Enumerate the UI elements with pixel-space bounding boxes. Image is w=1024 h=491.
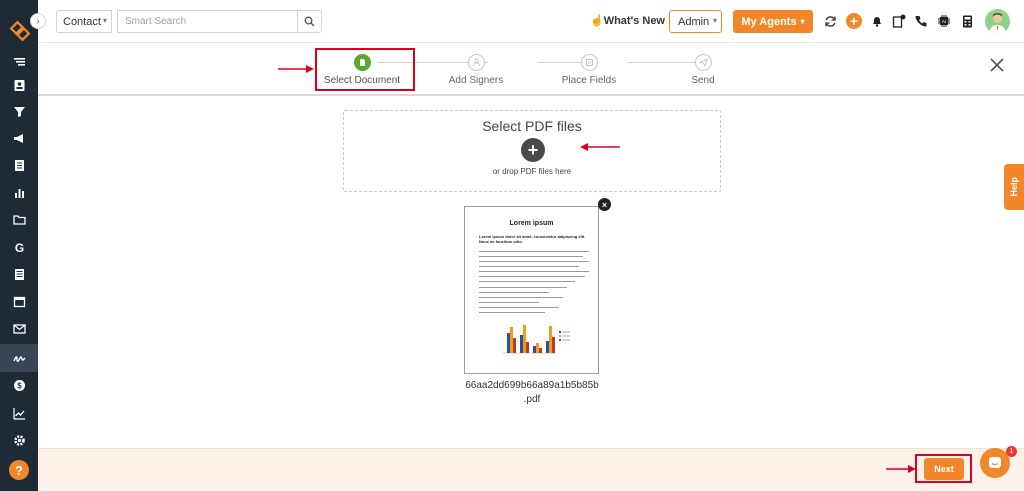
- my-agents-button[interactable]: My Agents ▾: [733, 10, 813, 33]
- upload-title: Select PDF files: [482, 118, 582, 134]
- plus-icon: +: [846, 13, 862, 29]
- svg-text:AI: AI: [942, 19, 946, 24]
- thumbnail-text-line: [479, 256, 583, 257]
- sidebar: G $ ?: [0, 0, 38, 491]
- thumbnail-subtitle: Lorem ipsum dolor sit amet, consectetur …: [479, 234, 586, 244]
- mail-icon[interactable]: [9, 318, 29, 338]
- thumbnail-text-line: [479, 266, 579, 267]
- step-send[interactable]: Send: [653, 54, 753, 86]
- megaphone-icon[interactable]: [9, 128, 29, 148]
- settings-icon[interactable]: [9, 430, 29, 450]
- pdf-drop-zone[interactable]: Select PDF files + or drop PDF files her…: [343, 110, 721, 192]
- step-label: Place Fields: [561, 75, 617, 86]
- my-agents-label: My Agents: [741, 15, 797, 28]
- thumbnail-text-line: [479, 292, 549, 293]
- thumbnail-chart-graphic: [503, 325, 570, 354]
- calendar-icon[interactable]: [9, 291, 29, 311]
- svg-text:G: G: [14, 241, 23, 254]
- google-icon[interactable]: G: [9, 237, 29, 257]
- hand-pointer-icon: ☝: [590, 15, 604, 27]
- thumbnail-text-line: [479, 261, 589, 262]
- chat-icon: [989, 457, 1001, 468]
- phone-icon[interactable]: [912, 12, 930, 30]
- user-avatar[interactable]: [985, 9, 1010, 34]
- smart-search-input[interactable]: Smart Search: [117, 10, 298, 33]
- thumbnail-text-line: [479, 276, 585, 277]
- thumbnail-text-line: [479, 251, 589, 252]
- close-icon[interactable]: [988, 56, 1006, 74]
- chevron-down-icon: ▾: [712, 16, 717, 25]
- refresh-icon[interactable]: [821, 12, 839, 30]
- footer-bar: [38, 448, 1024, 491]
- contact-select[interactable]: Contact ▾: [56, 10, 112, 33]
- upload-hint: or drop PDF files here: [492, 167, 572, 176]
- send-icon: [694, 54, 712, 71]
- menu-icon[interactable]: [9, 51, 29, 71]
- chevron-down-icon: ▾: [102, 16, 107, 25]
- thumbnail-text-line: [479, 287, 567, 288]
- add-file-button[interactable]: +: [521, 138, 545, 162]
- annotation-arrow: [278, 65, 314, 73]
- funnel-icon[interactable]: [9, 101, 29, 121]
- whats-new-label: What's New: [603, 15, 665, 27]
- help-circle-icon[interactable]: ?: [9, 460, 29, 480]
- annotation-arrow: [886, 465, 916, 473]
- thumbnail-text-line: [479, 281, 575, 282]
- annotation-highlight-box: [915, 454, 972, 483]
- role-select[interactable]: Admin ▾: [669, 10, 722, 33]
- filename-line: 66aa2dd699b66a89a1b5b85b: [465, 380, 599, 391]
- thumbnail-text-line: [479, 302, 539, 303]
- add-new-button[interactable]: +: [845, 12, 863, 30]
- thumbnail-title: Lorem ipsum: [509, 220, 554, 227]
- calculator-icon[interactable]: [958, 12, 976, 30]
- step-label: Send: [691, 75, 715, 86]
- thumbnail-text-line: [479, 307, 559, 308]
- app-logo[interactable]: [9, 20, 31, 42]
- thumbnail-text-line: [479, 271, 589, 272]
- document-filename: 66aa2dd699b66a89a1b5b85b .pdf: [448, 379, 616, 407]
- filename-extension: .pdf: [523, 394, 541, 405]
- wizard-stepper: Select Document Add Signers Place Fields…: [38, 44, 1024, 96]
- chevron-down-icon: ▾: [800, 17, 805, 26]
- document-thumbnail[interactable]: Lorem ipsum Lorem ipsum dolor sit amet, …: [464, 206, 599, 374]
- help-tab-label: Help: [1009, 177, 1019, 197]
- thumbnail-text-line: [479, 297, 563, 298]
- thumbnail-text-line: [479, 312, 545, 313]
- annotation-arrow: [580, 143, 620, 151]
- svg-text:$: $: [17, 381, 22, 390]
- step-add-signers[interactable]: Add Signers: [426, 54, 526, 86]
- ai-chip-icon[interactable]: AI: [935, 12, 953, 30]
- role-select-label: Admin: [678, 15, 710, 28]
- billing-icon[interactable]: $: [9, 375, 29, 395]
- annotation-highlight-box: [315, 48, 415, 91]
- signature-icon[interactable]: [9, 348, 29, 368]
- tasks-icon[interactable]: [890, 12, 908, 30]
- edit-icon: [580, 54, 598, 71]
- chat-unread-badge: 1: [1006, 446, 1017, 457]
- search-icon: [304, 16, 315, 27]
- contact-select-label: Contact: [63, 15, 101, 28]
- help-tab[interactable]: Help: [1004, 164, 1024, 210]
- step-place-fields[interactable]: Place Fields: [539, 54, 639, 86]
- sidebar-collapse-button[interactable]: ›: [30, 13, 46, 29]
- top-bar: Contact ▾ Smart Search ☝What's New Admin…: [38, 0, 1024, 43]
- folder-icon[interactable]: [9, 209, 29, 229]
- user-icon: [467, 54, 485, 71]
- trend-icon[interactable]: [9, 403, 29, 423]
- spreadsheet-icon[interactable]: [9, 264, 29, 284]
- bar-chart-icon[interactable]: [9, 182, 29, 202]
- whats-new-link[interactable]: ☝What's New: [590, 14, 665, 27]
- contacts-icon[interactable]: [9, 75, 29, 95]
- bell-icon[interactable]: [868, 12, 886, 30]
- step-label: Add Signers: [448, 75, 504, 86]
- search-button[interactable]: [297, 10, 322, 33]
- remove-document-button[interactable]: ×: [598, 198, 611, 211]
- document-list-icon[interactable]: [9, 155, 29, 175]
